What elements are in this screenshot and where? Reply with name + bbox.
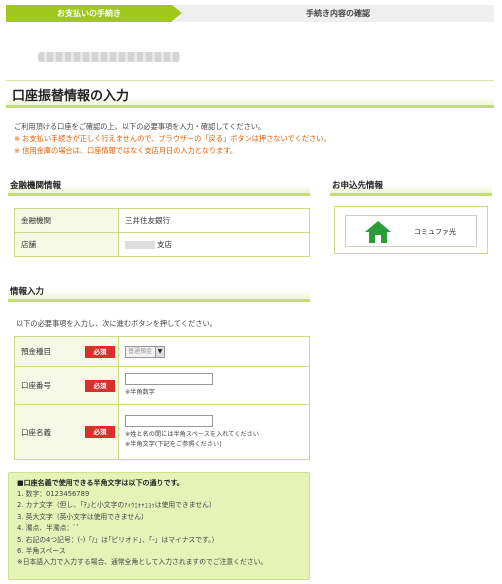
account-number-input[interactable]: [125, 373, 213, 385]
input-section-header: 情報入力: [8, 282, 310, 302]
branch-cell: 支店: [118, 232, 310, 257]
info-item: 5. 右記の4つ記号：(-)「/」は｢ピリオド｣、「-」はマイナスです。）: [17, 535, 219, 544]
table-row: 店舗 支店: [14, 232, 310, 257]
account-form-table: 預金種目 必須 普通預金 ▼ 口座番号 必須 ※半角数字 口座名義 必須 ※姓と…: [14, 336, 310, 460]
deposit-type-selected: 普通預金: [128, 347, 153, 355]
required-badge: 必須: [85, 379, 115, 392]
table-row: 口座番号 必須 ※半角数字: [14, 366, 310, 405]
intro-warning-1: ※ お支払い手続きが正しく行えませんので、ブラウザーの「戻る」ボタンは押さないで…: [14, 134, 331, 143]
branch-value: 支店: [157, 240, 172, 249]
page-title-bar: 口座振替情報の入力: [6, 80, 494, 108]
account-number-note: ※半角数字: [125, 389, 155, 396]
blurred-branch-name: [125, 241, 155, 249]
info-item: 2. カナ文字（但し、｢ｦ｣と小文字のｧｨｩｪｫｬｭｮｯは使用できません）: [17, 501, 216, 510]
account-name-cell: ※姓と名の間には半角スペースを入れてください ※半角文字(下記をご参照ください): [118, 404, 310, 460]
account-name-label: 口座名義: [21, 427, 51, 437]
progress-steps: お支払いの手続き 手続き内容の確認: [6, 5, 494, 22]
info-heading: ■口座名義で使用できる半角文字は以下の通りです。: [17, 479, 184, 487]
deposit-type-cell: 普通預金 ▼: [118, 336, 310, 367]
intro-text: ご利用頂ける口座をご確認の上、以下の必要事項を入力・確認してください。 ※ お支…: [14, 121, 331, 157]
bank-section-header: 金融機関情報: [8, 176, 310, 196]
account-number-label-cell: 口座番号 必須: [14, 366, 119, 405]
step-arrow: [172, 5, 182, 21]
deposit-type-label-cell: 預金種目 必須: [14, 336, 119, 367]
applicant-box: コミュファ光: [334, 206, 488, 254]
account-number-label: 口座番号: [21, 381, 51, 390]
blurred-breadcrumb: [38, 52, 180, 62]
page-title: 口座振替情報の入力: [12, 89, 130, 104]
required-badge: 必須: [85, 345, 115, 358]
required-badge: 必須: [85, 426, 115, 438]
input-description: 以下の必要事項を入力し、次に進むボタンを押してください。: [16, 319, 217, 328]
bank-info-table: 金融機関 三井住友銀行 店舗 支店: [14, 208, 310, 257]
info-item: 6. 半角スペース: [17, 547, 66, 556]
account-name-label-cell: 口座名義 必須: [14, 404, 119, 460]
step-payment: お支払いの手続き: [6, 5, 172, 22]
info-item: 3. 英大文字（英小文字は使用できません）: [17, 512, 148, 521]
branch-label: 店舗: [14, 232, 119, 257]
allowed-characters-box: ■口座名義で使用できる半角文字は以下の通りです。 1. 数字：012345678…: [8, 472, 310, 580]
info-item: ※日本語入力で入力する場合、通常全角として入力されますのでご注意ください。: [17, 558, 268, 567]
account-name-note-2: ※半角文字(下記をご参照ください): [125, 440, 222, 448]
applicant-section-header: お申込先情報: [330, 176, 492, 196]
table-row: 金融機関 三井住友銀行: [14, 208, 310, 233]
bank-section-title: 金融機関情報: [10, 181, 62, 191]
applicant-name: コミュファ光: [414, 228, 456, 236]
table-row: 口座名義 必須 ※姓と名の間には半角スペースを入れてください ※半角文字(下記を…: [14, 404, 310, 460]
table-row: 預金種目 必須 普通預金 ▼: [14, 336, 310, 367]
intro-line-1: ご利用頂ける口座をご確認の上、以下の必要事項を入力・確認してください。: [14, 122, 266, 131]
bank-value: 三井住友銀行: [118, 208, 310, 233]
account-name-input[interactable]: [125, 414, 213, 427]
applicant-section-title: お申込先情報: [332, 181, 384, 191]
bank-label: 金融機関: [14, 208, 119, 233]
deposit-type-label: 預金種目: [21, 347, 51, 356]
account-number-cell: ※半角数字: [118, 366, 310, 405]
deposit-type-select[interactable]: 普通預金 ▼: [125, 345, 165, 358]
home-icon: [365, 221, 391, 243]
chevron-down-icon[interactable]: ▼: [155, 346, 164, 357]
info-item: 1. 数字：0123456789: [17, 490, 90, 498]
applicant-card: コミュファ光: [345, 215, 477, 247]
account-name-note-1: ※姓と名の間には半角スペースを入れてください: [125, 430, 260, 438]
info-item: 4. 濁点、半濁点：ﾞﾟ: [17, 524, 81, 533]
input-section-title: 情報入力: [10, 287, 45, 297]
intro-warning-2: ※ 信用金庫の場合は、口座情報ではなく支店月日の入力となります。: [14, 146, 237, 155]
step-confirm: 手続き内容の確認: [306, 9, 370, 18]
